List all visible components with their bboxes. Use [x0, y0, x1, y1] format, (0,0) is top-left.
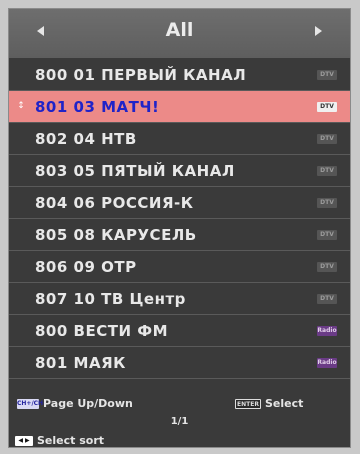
left-right-key-icon: ◀ ▶	[15, 436, 33, 446]
select-sort-label: Select sort	[37, 434, 105, 447]
channel-row[interactable]: 800 ВЕСТИ ФМ Radio	[9, 315, 350, 347]
channel-row[interactable]: ↕ 801 03 МАТЧ! DTV	[9, 91, 350, 123]
channel-name: 804 06 РОССИЯ-К	[35, 194, 194, 212]
channel-name: 801 03 МАТЧ!	[35, 98, 160, 116]
channel-list-panel: All 800 01 ПЕРВЫЙ КАНАЛ DTV ↕ 801 03 МАТЧ! D…	[8, 8, 351, 448]
page-up-down-label: Page Up/Down	[43, 397, 133, 410]
channel-name: 805 08 КАРУСЕЛЬ	[35, 226, 197, 244]
dtv-badge-icon: DTV	[317, 134, 337, 144]
channel-name: 803 05 ПЯТЫЙ КАНАЛ	[35, 162, 235, 180]
channel-name: 800 ВЕСТИ ФМ	[35, 322, 169, 340]
channel-list: 800 01 ПЕРВЫЙ КАНАЛ DTV ↕ 801 03 МАТЧ! DTV 80…	[9, 59, 350, 379]
channel-name: 800 01 ПЕРВЫЙ КАНАЛ	[35, 66, 247, 84]
channel-name: 807 10 ТВ Центр	[35, 290, 186, 308]
dtv-badge-icon: DTV	[317, 294, 337, 304]
dtv-badge-icon: DTV	[317, 198, 337, 208]
channel-name: 802 04 НТВ	[35, 130, 137, 148]
dtv-badge-icon: DTV	[317, 262, 337, 272]
radio-badge-icon: Radio	[317, 326, 337, 336]
channel-row[interactable]: 800 01 ПЕРВЫЙ КАНАЛ DTV	[9, 59, 350, 91]
channel-name: 806 09 ОТР	[35, 258, 137, 276]
dtv-badge-icon: DTV	[317, 70, 337, 80]
dtv-badge-icon: DTV	[317, 230, 337, 240]
dtv-badge-icon: DTV	[317, 166, 337, 176]
channel-row[interactable]: 802 04 НТВ DTV	[9, 123, 350, 155]
page-count: 1/1	[170, 416, 189, 427]
channel-row[interactable]: 806 09 ОТР DTV	[9, 251, 350, 283]
select-label: Select	[265, 397, 304, 410]
channel-row[interactable]: 801 МАЯК Radio	[9, 347, 350, 379]
right-arrow-icon[interactable]	[315, 26, 322, 36]
dtv-badge-icon: DTV	[317, 102, 337, 112]
radio-badge-icon: Radio	[317, 358, 337, 368]
channel-row[interactable]: 804 06 РОССИЯ-К DTV	[9, 187, 350, 219]
sort-title: All	[165, 19, 194, 41]
channel-name: 801 МАЯК	[35, 354, 126, 372]
channel-row[interactable]: 805 08 КАРУСЕЛЬ DTV	[9, 219, 350, 251]
channel-row[interactable]: 803 05 ПЯТЫЙ КАНАЛ DTV	[9, 155, 350, 187]
channel-row[interactable]: 807 10 ТВ Центр DTV	[9, 283, 350, 315]
enter-key-icon: ENTER	[235, 399, 261, 409]
help-footer: CH+/CH- Page Up/Down ENTER Select 1/1 ◀ …	[9, 391, 350, 447]
move-marker-icon: ↕	[17, 101, 25, 111]
sort-header: All	[9, 9, 350, 58]
ch-key-icon: CH+/CH-	[17, 399, 46, 409]
